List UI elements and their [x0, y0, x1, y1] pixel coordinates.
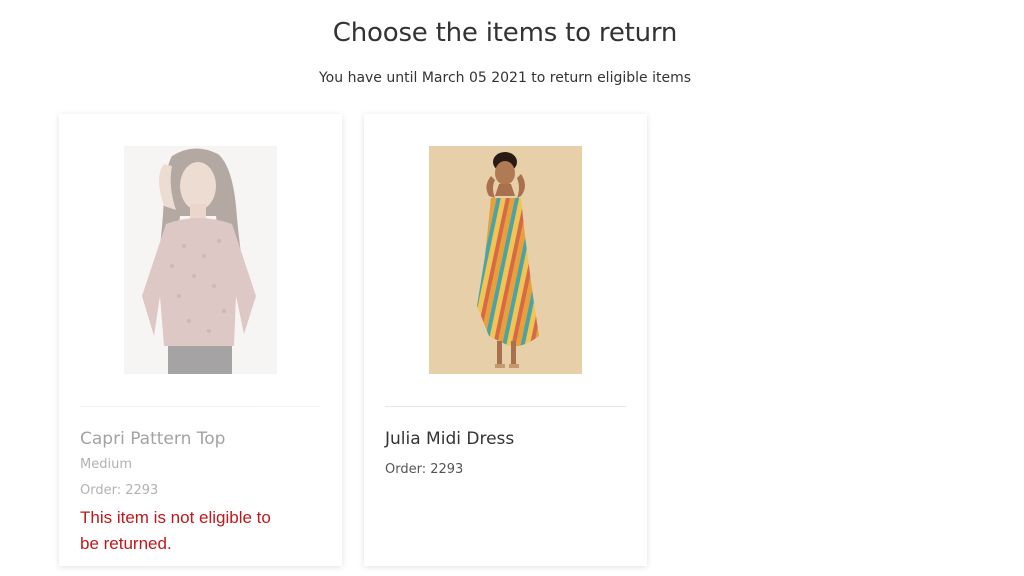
item-order-number: Order: 2293 [385, 462, 464, 477]
return-item-card-julia-midi-dress[interactable]: Julia Midi Dress Order: 2293 [364, 114, 647, 566]
return-item-card-capri-pattern-top: Capri Pattern Top Medium Order: 2293 Thi… [59, 114, 342, 566]
page-title: Choose the items to return [332, 18, 678, 48]
item-order-number: Order: 2293 [80, 483, 159, 498]
item-variant: Medium [80, 457, 132, 472]
card-divider [80, 406, 321, 407]
product-image-capri-pattern-top [124, 146, 277, 374]
return-items-page: Choose the items to return You have unti… [0, 0, 1024, 576]
card-divider [385, 406, 626, 407]
item-name: Julia Midi Dress [385, 429, 515, 449]
product-image-julia-midi-dress [429, 146, 582, 374]
not-eligible-message: This item is not eligible to be returned… [80, 508, 271, 553]
item-name: Capri Pattern Top [80, 429, 226, 449]
return-deadline-text: You have until March 05 2021 to return e… [318, 70, 691, 86]
